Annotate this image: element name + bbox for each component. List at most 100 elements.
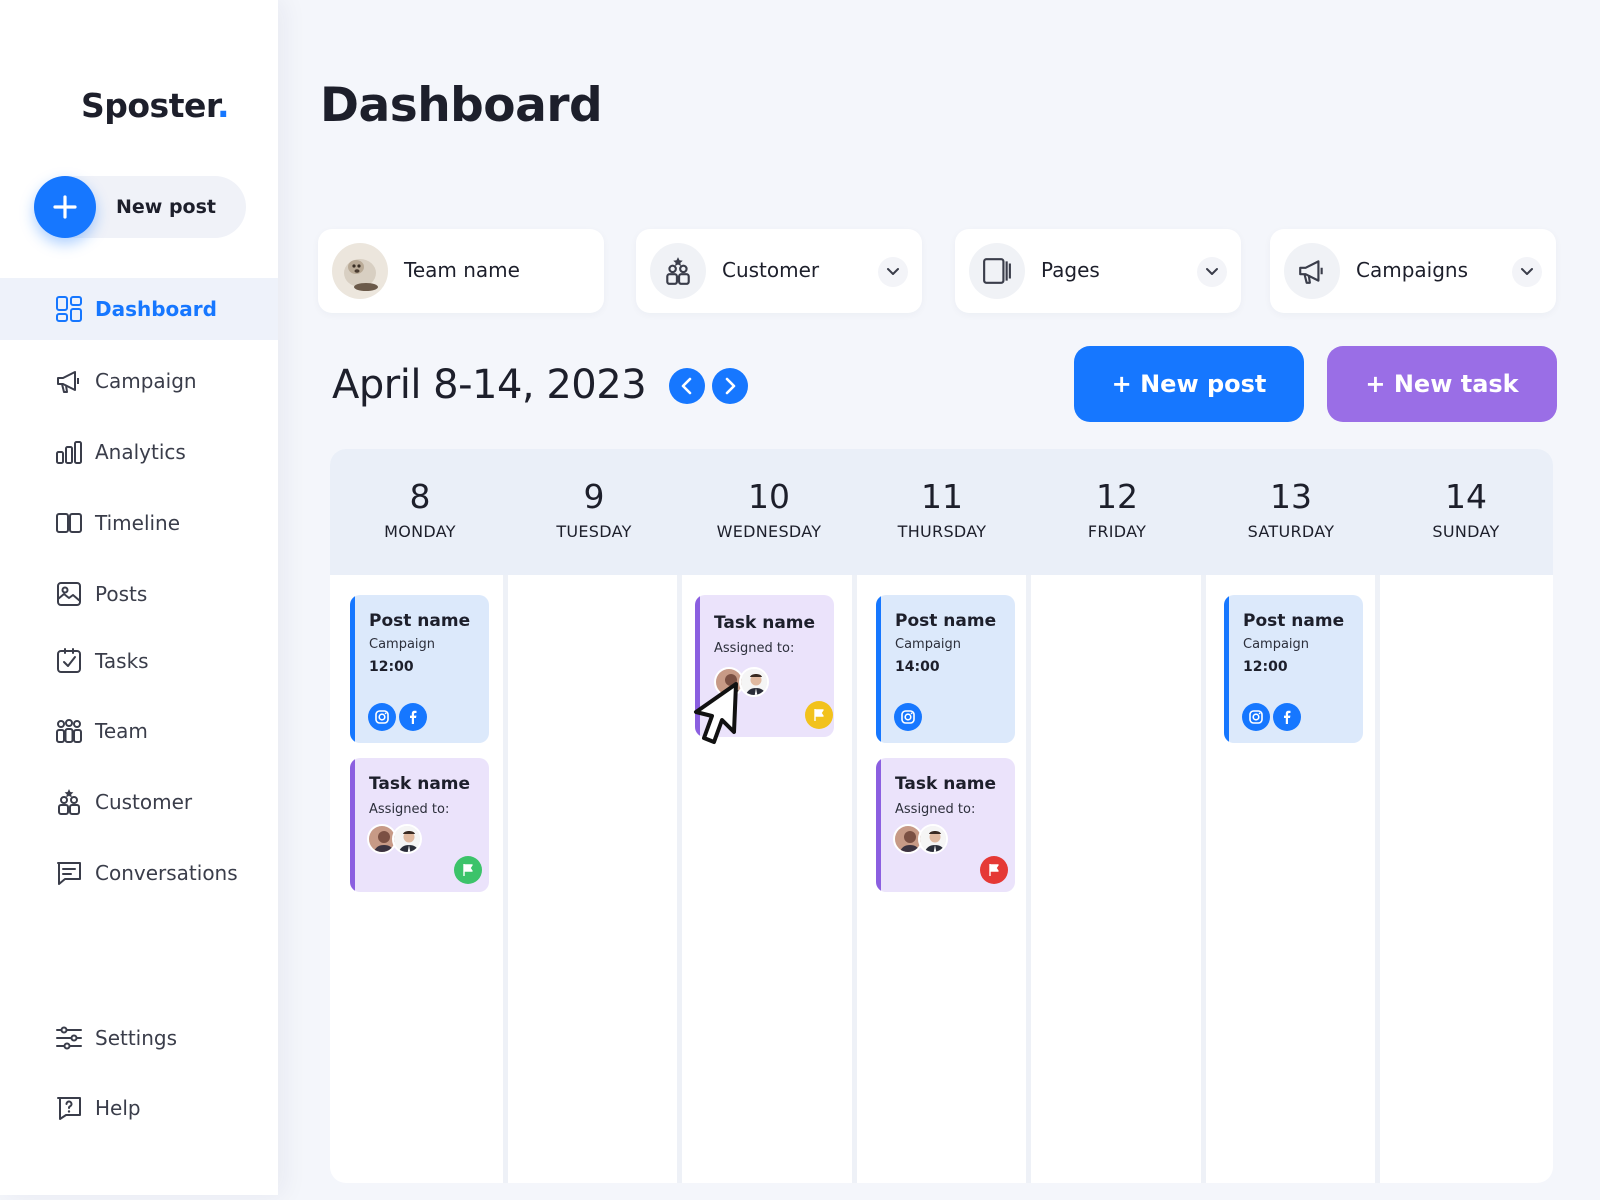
sidebar: Sposter. New post Dashboard Campaign Ana… <box>0 0 278 1195</box>
sidebar-item-dashboard[interactable]: Dashboard <box>0 278 278 340</box>
day-header-friday[interactable]: 12 FRIDAY <box>1030 477 1204 541</box>
filter-team[interactable]: Team name <box>318 229 604 313</box>
mouse-cursor-icon <box>694 682 738 744</box>
day-number: 12 <box>1096 477 1138 516</box>
facebook-icon <box>1273 703 1301 731</box>
flag-icon[interactable] <box>805 701 833 729</box>
sidebar-item-posts[interactable]: Posts <box>0 563 278 625</box>
card-time: 14:00 <box>895 659 940 675</box>
logo-dot: . <box>216 86 230 125</box>
day-header-tuesday[interactable]: 9 TUESDAY <box>507 477 681 541</box>
day-number: 9 <box>583 477 605 516</box>
dashboard-icon <box>56 296 82 322</box>
day-header-sunday[interactable]: 14 SUNDAY <box>1379 477 1553 541</box>
instagram-icon <box>894 703 922 731</box>
new-post-button[interactable]: + New post <box>1074 346 1304 422</box>
filter-label: Customer <box>722 258 820 282</box>
column-divider <box>1201 575 1206 1183</box>
sidebar-item-label: Timeline <box>95 511 181 535</box>
app-logo[interactable]: Sposter. <box>81 86 229 125</box>
task-card[interactable]: Task name Assigned to: <box>876 758 1015 892</box>
day-name: FRIDAY <box>1087 522 1147 541</box>
chevron-down-icon[interactable] <box>878 257 908 287</box>
card-accent <box>350 758 355 892</box>
sidebar-item-label: Conversations <box>95 861 238 885</box>
prev-week-button[interactable] <box>669 368 705 404</box>
card-title: Task name <box>369 774 471 794</box>
day-name: SATURDAY <box>1247 522 1335 541</box>
sidebar-item-label: Help <box>95 1096 141 1120</box>
sidebar-item-label: Team <box>95 719 148 743</box>
card-accent <box>876 595 881 743</box>
next-week-button[interactable] <box>712 368 748 404</box>
card-title: Post name <box>369 611 471 631</box>
day-number: 8 <box>409 477 431 516</box>
card-campaign: Campaign <box>369 637 436 652</box>
filter-label: Team name <box>404 258 520 282</box>
new-task-button[interactable]: + New task <box>1327 346 1557 422</box>
chevron-down-icon[interactable] <box>1197 257 1227 287</box>
day-name: THURSDAY <box>897 522 987 541</box>
sidebar-item-help[interactable]: Help <box>0 1077 278 1139</box>
flag-icon[interactable] <box>980 856 1008 884</box>
filter-label: Pages <box>1041 258 1100 282</box>
task-card[interactable]: Task name Assigned to: <box>350 758 489 892</box>
day-header-monday[interactable]: 8 MONDAY <box>333 477 507 541</box>
sidebar-item-settings[interactable]: Settings <box>0 1007 278 1069</box>
day-number: 13 <box>1270 477 1312 516</box>
day-number: 14 <box>1445 477 1487 516</box>
day-header-thursday[interactable]: 11 THURSDAY <box>855 477 1029 541</box>
day-name: MONDAY <box>384 522 456 541</box>
sidebar-item-label: Analytics <box>95 440 186 464</box>
new-post-label: New post <box>116 196 217 218</box>
sidebar-new-post-button[interactable]: New post <box>34 176 246 238</box>
post-card[interactable]: Post name Campaign 12:00 <box>350 595 489 743</box>
card-accent <box>876 758 881 892</box>
sidebar-item-conversations[interactable]: Conversations <box>0 842 278 904</box>
day-header-wednesday[interactable]: 10 WEDNESDAY <box>682 477 856 541</box>
page-title: Dashboard <box>320 78 603 133</box>
day-name: WEDNESDAY <box>716 522 822 541</box>
avatar <box>918 824 948 854</box>
card-title: Post name <box>1243 611 1345 631</box>
day-name: TUESDAY <box>556 522 632 541</box>
filter-label: Campaigns <box>1356 258 1469 282</box>
sliders-icon <box>56 1026 82 1050</box>
card-accent <box>1224 595 1229 743</box>
sidebar-item-timeline[interactable]: Timeline <box>0 492 278 554</box>
filter-customer[interactable]: Customer <box>636 229 922 313</box>
day-header-saturday[interactable]: 13 SATURDAY <box>1204 477 1378 541</box>
chevron-left-icon <box>681 377 692 395</box>
sidebar-item-analytics[interactable]: Analytics <box>0 421 278 483</box>
post-card[interactable]: Post name Campaign 14:00 <box>876 595 1015 743</box>
sidebar-item-team[interactable]: Team <box>0 700 278 762</box>
instagram-icon <box>368 703 396 731</box>
column-divider <box>1375 575 1380 1183</box>
sidebar-item-customer[interactable]: Customer <box>0 771 278 833</box>
sidebar-item-label: Posts <box>95 582 148 606</box>
card-assigned-label: Assigned to: <box>714 641 795 656</box>
megaphone-icon <box>1284 243 1340 299</box>
card-title: Task name <box>714 613 816 633</box>
card-time: 12:00 <box>369 659 414 675</box>
day-number: 11 <box>921 477 963 516</box>
flag-icon[interactable] <box>454 856 482 884</box>
sidebar-item-label: Settings <box>95 1026 178 1050</box>
avatar <box>392 824 422 854</box>
filter-campaigns[interactable]: Campaigns <box>1270 229 1556 313</box>
post-card[interactable]: Post name Campaign 12:00 <box>1224 595 1363 743</box>
day-number: 10 <box>748 477 790 516</box>
sidebar-item-label: Dashboard <box>95 297 217 321</box>
image-icon <box>57 582 81 606</box>
filter-pages[interactable]: Pages <box>955 229 1241 313</box>
chevron-down-icon[interactable] <box>1512 257 1542 287</box>
team-icon <box>56 719 82 743</box>
sidebar-item-campaign[interactable]: Campaign <box>0 350 278 412</box>
card-campaign: Campaign <box>895 637 962 652</box>
week-calendar: 8 MONDAY 9 TUESDAY 10 WEDNESDAY 11 THURSDAY … <box>330 449 1553 1183</box>
sidebar-item-tasks[interactable]: Tasks <box>0 630 278 692</box>
plus-icon[interactable] <box>34 176 96 238</box>
megaphone-icon <box>57 371 79 393</box>
logo-text: Sposter <box>81 86 217 125</box>
sidebar-item-label: Customer <box>95 790 193 814</box>
